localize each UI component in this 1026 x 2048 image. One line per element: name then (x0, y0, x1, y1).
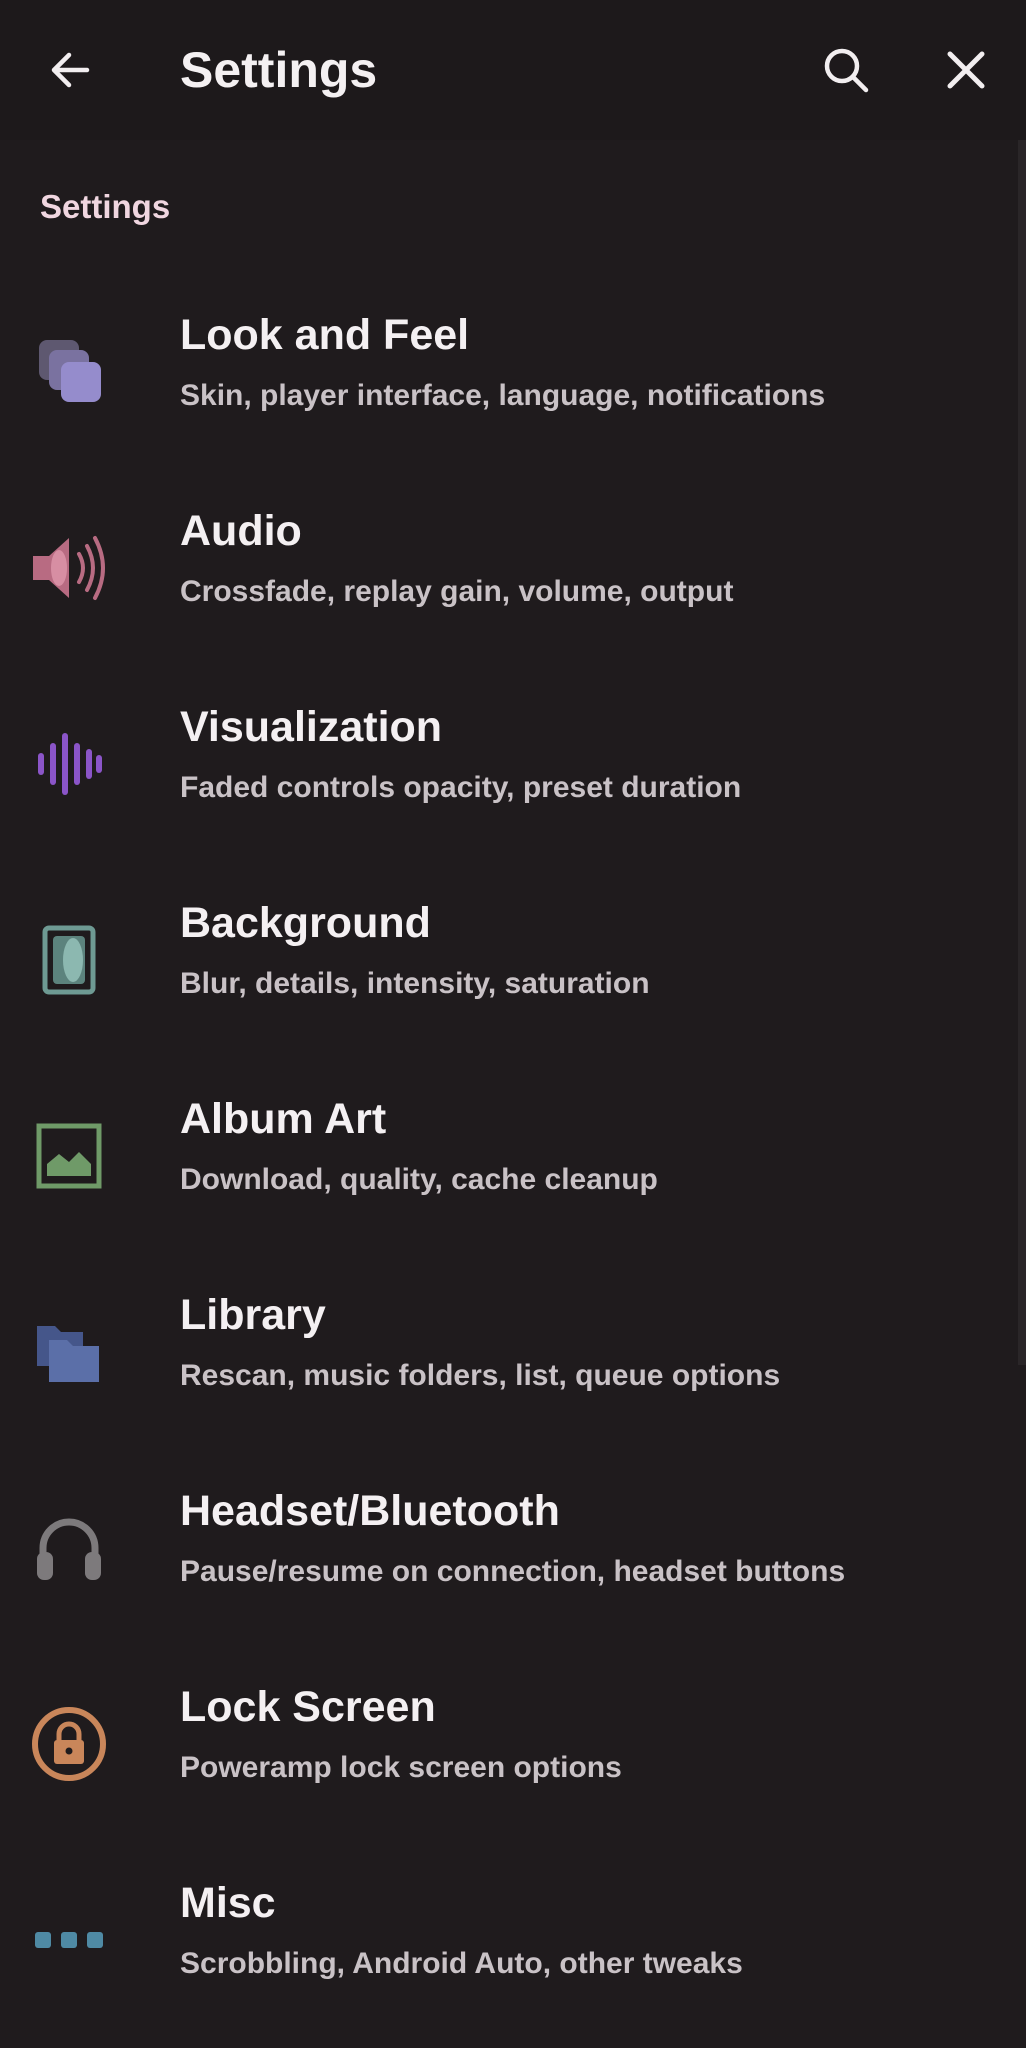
headphones-icon (28, 1507, 110, 1589)
settings-item-title: Audio (180, 507, 302, 555)
settings-item-title: Library (180, 1291, 326, 1339)
back-button[interactable] (30, 30, 110, 110)
settings-item-title: Headset/Bluetooth (180, 1487, 560, 1535)
settings-item-title: Album Art (180, 1095, 387, 1143)
page-title: Settings (180, 42, 378, 98)
settings-item-title: Misc (180, 1879, 276, 1927)
settings-item-subtitle: Rescan, music folders, list, queue optio… (180, 1359, 781, 1392)
settings-item-look-and-feel[interactable]: Look and Feel Skin, player interface, la… (0, 275, 1018, 471)
settings-item-library[interactable]: Library Rescan, music folders, list, que… (0, 1255, 1018, 1451)
settings-item-visualization[interactable]: Visualization Faded controls opacity, pr… (0, 667, 1018, 863)
lock-icon (28, 1703, 110, 1785)
settings-item-subtitle: Poweramp lock screen options (180, 1751, 622, 1784)
close-button[interactable] (926, 30, 1006, 110)
settings-item-subtitle: Download, quality, cache cleanup (180, 1163, 658, 1196)
app-bar: Settings (0, 0, 1026, 140)
settings-item-subtitle: Pause/resume on connection, headset butt… (180, 1555, 846, 1588)
dots-icon (28, 1899, 110, 1981)
settings-item-lock-screen[interactable]: Lock Screen Poweramp lock screen options (0, 1647, 1018, 1843)
back-arrow-icon (51, 52, 90, 88)
speaker-icon (28, 527, 110, 609)
layers-icon (28, 331, 110, 413)
settings-list: Settings Look and Feel Skin, player inte… (0, 140, 1026, 2048)
settings-item-subtitle: Scrobbling, Android Auto, other tweaks (180, 1947, 743, 1980)
settings-item-title: Visualization (180, 703, 443, 751)
waveform-icon (28, 723, 110, 805)
settings-item-headset-bluetooth[interactable]: Headset/Bluetooth Pause/resume on connec… (0, 1451, 1018, 1647)
settings-item-title: Background (180, 899, 431, 947)
settings-item-background[interactable]: Background Blur, details, intensity, sat… (0, 863, 1018, 1059)
settings-item-title: Lock Screen (180, 1683, 436, 1731)
settings-item-subtitle: Faded controls opacity, preset duration (180, 771, 742, 804)
search-button[interactable] (806, 30, 886, 110)
image-icon (28, 1115, 110, 1197)
close-icon (947, 51, 985, 89)
wallpaper-icon (28, 919, 110, 1001)
settings-item-album-art[interactable]: Album Art Download, quality, cache clean… (0, 1059, 1018, 1255)
folders-icon (28, 1311, 110, 1393)
section-header: Settings (40, 188, 171, 225)
settings-item-subtitle: Crossfade, replay gain, volume, output (180, 575, 734, 608)
search-icon (824, 48, 869, 93)
settings-item-subtitle: Blur, details, intensity, saturation (180, 967, 650, 1000)
settings-item-audio[interactable]: Audio Crossfade, replay gain, volume, ou… (0, 471, 1018, 667)
settings-item-title: Look and Feel (180, 311, 470, 359)
settings-item-misc[interactable]: Misc Scrobbling, Android Auto, other twe… (0, 1843, 1018, 2039)
settings-item-subtitle: Skin, player interface, language, notifi… (180, 379, 826, 412)
